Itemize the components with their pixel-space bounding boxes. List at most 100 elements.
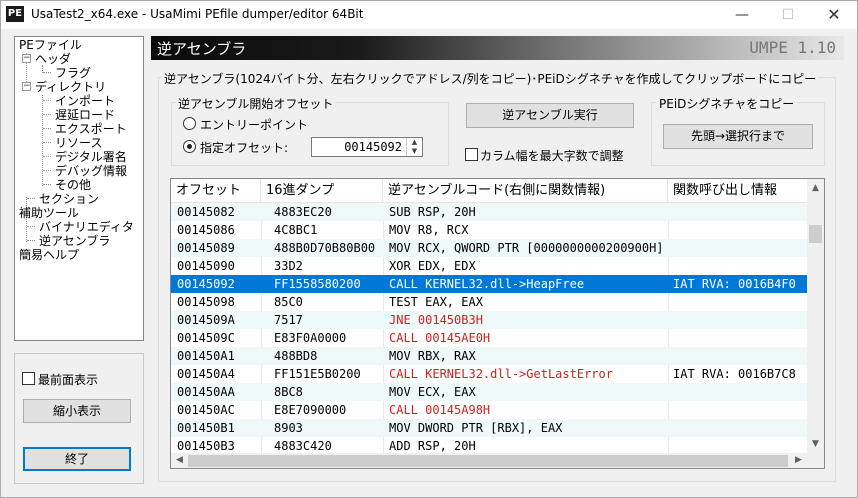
horizontal-scroll-thumb[interactable] [188,455,788,467]
run-disassemble-button[interactable]: 逆アセンブル実行 [466,103,634,128]
spin-down-icon[interactable]: ▼ [407,147,422,156]
shrink-button[interactable]: 縮小表示 [23,399,131,423]
table-row[interactable]: 001450B1 8903 MOV DWORD PTR [RBX], EAX [171,419,807,437]
scroll-left-icon[interactable]: ◀ [171,455,188,465]
specified-offset-label[interactable]: 指定オフセット: [200,139,288,156]
fit-columns-label[interactable]: カラム幅を最大字数で調整 [480,147,624,164]
spin-up-icon[interactable]: ▲ [407,138,422,147]
navigation-tree[interactable]: − − PEファイル ヘッダ フラグ ディレクトリ インポート 遅延ロード エク… [14,36,144,341]
vertical-scrollbar[interactable]: ▲ ▼ [807,179,824,453]
tree-item-digital-signature[interactable]: デジタル署名 [55,150,127,164]
table-row[interactable]: 001450AC E8E7090000 CALL 00145A98H [171,401,807,419]
table-row[interactable]: 001450AA 8BC8 MOV ECX, EAX [171,383,807,401]
cell-hex: FF1558580200 [274,277,361,291]
scroll-up-icon[interactable]: ▲ [807,183,824,193]
offset-input[interactable]: 00145092 [344,140,402,154]
tree-item-flags[interactable]: フラグ [55,66,91,80]
cell-offset: 00145082 [177,205,235,219]
tree-item-delay-load[interactable]: 遅延ロード [55,108,115,122]
offset-group-label: 逆アセンブル開始オフセット [176,95,336,112]
title-bar[interactable]: PE UsaTest2_x64.exe - UsaMimi PEfile dum… [1,1,857,29]
cell-hex: FF151E5B0200 [274,367,361,381]
cell-offset: 00145098 [177,295,235,309]
offset-stepper[interactable]: 00145092 ▲ ▼ [311,137,423,157]
cell-hex: E8E7090000 [274,403,347,417]
column-call-info[interactable]: 関数呼び出し情報 [668,179,807,203]
tree-connector [43,72,51,73]
specified-offset-radio[interactable] [183,140,196,153]
cell-code: CALL KERNEL32.dll->GetLastError [389,367,613,381]
cell-code: MOV R8, RCX [389,223,469,237]
disassembly-table[interactable]: オフセット 16進ダンプ 逆アセンブルコード(右側に関数情報) 関数呼び出し情報… [170,178,825,469]
collapse-icon[interactable]: − [22,82,31,91]
scroll-corner [807,453,824,468]
tree-item-other[interactable]: その他 [55,178,91,192]
close-button[interactable]: ✕ [811,1,857,29]
cell-offset: 001450A4 [177,367,235,381]
maximize-button[interactable]: ☐ [765,1,811,29]
maximize-icon: ☐ [781,7,795,23]
tree-connector [27,198,35,199]
cell-code: ADD RSP, 20H [389,439,476,453]
peid-group-label: PEiDシグネチャをコピー [657,95,797,112]
tree-connector [43,184,51,185]
vertical-scroll-thumb[interactable] [809,225,822,243]
product-version: UMPE 1.10 [749,38,836,57]
column-offset[interactable]: オフセット [171,179,261,203]
table-row[interactable]: 00145098 85C0 TEST EAX, EAX [171,293,807,311]
entry-point-radio[interactable] [183,117,196,130]
cell-hex: 8BC8 [274,385,303,399]
cell-code: MOV RBX, RAX [389,349,476,363]
fit-columns-checkbox[interactable] [465,148,478,161]
tree-connector [43,156,51,157]
tree-item-disassembler[interactable]: 逆アセンブラ [39,234,110,248]
tree-item-simple-help[interactable]: 簡易ヘルプ [19,248,79,262]
cell-hex: 8903 [274,421,303,435]
collapse-icon[interactable]: − [22,54,31,63]
cell-offset: 001450B1 [177,421,235,435]
exit-button[interactable]: 終了 [23,447,131,471]
cell-offset: 00145086 [177,223,235,237]
tree-item-binary-editor[interactable]: バイナリエディタ [39,220,134,234]
minimize-icon: — [735,7,749,23]
cell-code: MOV DWORD PTR [RBX], EAX [389,421,563,435]
entry-point-label[interactable]: エントリーポイント [200,116,308,133]
tree-item-resource[interactable]: リソース [55,136,102,150]
table-row[interactable]: 00145089 488B0D70B80B00 MOV RCX, QWORD PTR… [171,239,807,257]
table-row[interactable]: 00145092 FF1558580200 CALL KERNEL32.dll->H… [171,275,807,293]
tree-item-aux-tools[interactable]: 補助ツール [19,206,79,220]
topmost-checkbox[interactable] [22,372,35,385]
table-row[interactable]: 0014509C E83F0A0000 CALL 00145AE0H [171,329,807,347]
cell-code: JNE 001450B3H [389,313,483,327]
topmost-label[interactable]: 最前面表示 [38,371,98,388]
table-row[interactable]: 00145090 33D2 XOR EDX, EDX [171,257,807,275]
table-row[interactable]: 001450A1 488BD8 MOV RBX, RAX [171,347,807,365]
copy-peid-button[interactable]: 先頭→選択行まで [663,124,813,149]
tree-connector [43,114,51,115]
tree-item-pe-file[interactable]: PEファイル [19,38,82,52]
tree-item-directory[interactable]: ディレクトリ [35,80,106,94]
cell-offset: 001450B3 [177,439,235,453]
horizontal-scrollbar[interactable]: ◀ ▶ [171,453,807,468]
minimize-button[interactable]: — [719,1,765,29]
spin-arrows[interactable]: ▲ ▼ [406,138,422,156]
table-row[interactable]: 00145086 4C8BC1 MOV R8, RCX [171,221,807,239]
scroll-right-icon[interactable]: ▶ [790,455,807,465]
column-hex-dump[interactable]: 16進ダンプ [261,179,383,203]
cell-code: XOR EDX, EDX [389,259,476,273]
tree-item-debug-info[interactable]: デバッグ情報 [55,164,127,178]
tree-connector [27,240,35,241]
table-row[interactable]: 001450A4 FF151E5B0200 CALL KERNEL32.dll->G… [171,365,807,383]
tree-item-section[interactable]: セクション [39,192,99,206]
cell-code: SUB RSP, 20H [389,205,476,219]
table-row[interactable]: 0014509A 7517 JNE 001450B3H [171,311,807,329]
disassembler-group-label: 逆アセンブラ(1024バイト分、左右クリックでアドレス/列をコピー)･PEiDシ… [162,70,819,87]
tree-item-import[interactable]: インポート [55,94,115,108]
tree-connector [43,170,51,171]
column-disasm-code[interactable]: 逆アセンブルコード(右側に関数情報) [383,179,668,203]
scroll-down-icon[interactable]: ▼ [807,439,824,449]
tree-item-export[interactable]: エクスポート [55,122,127,136]
table-row[interactable]: 00145082 4883EC20 SUB RSP, 20H [171,203,807,221]
tree-item-header[interactable]: ヘッダ [35,52,71,66]
window-title: UsaTest2_x64.exe - UsaMimi PEfile dumper… [31,7,364,21]
